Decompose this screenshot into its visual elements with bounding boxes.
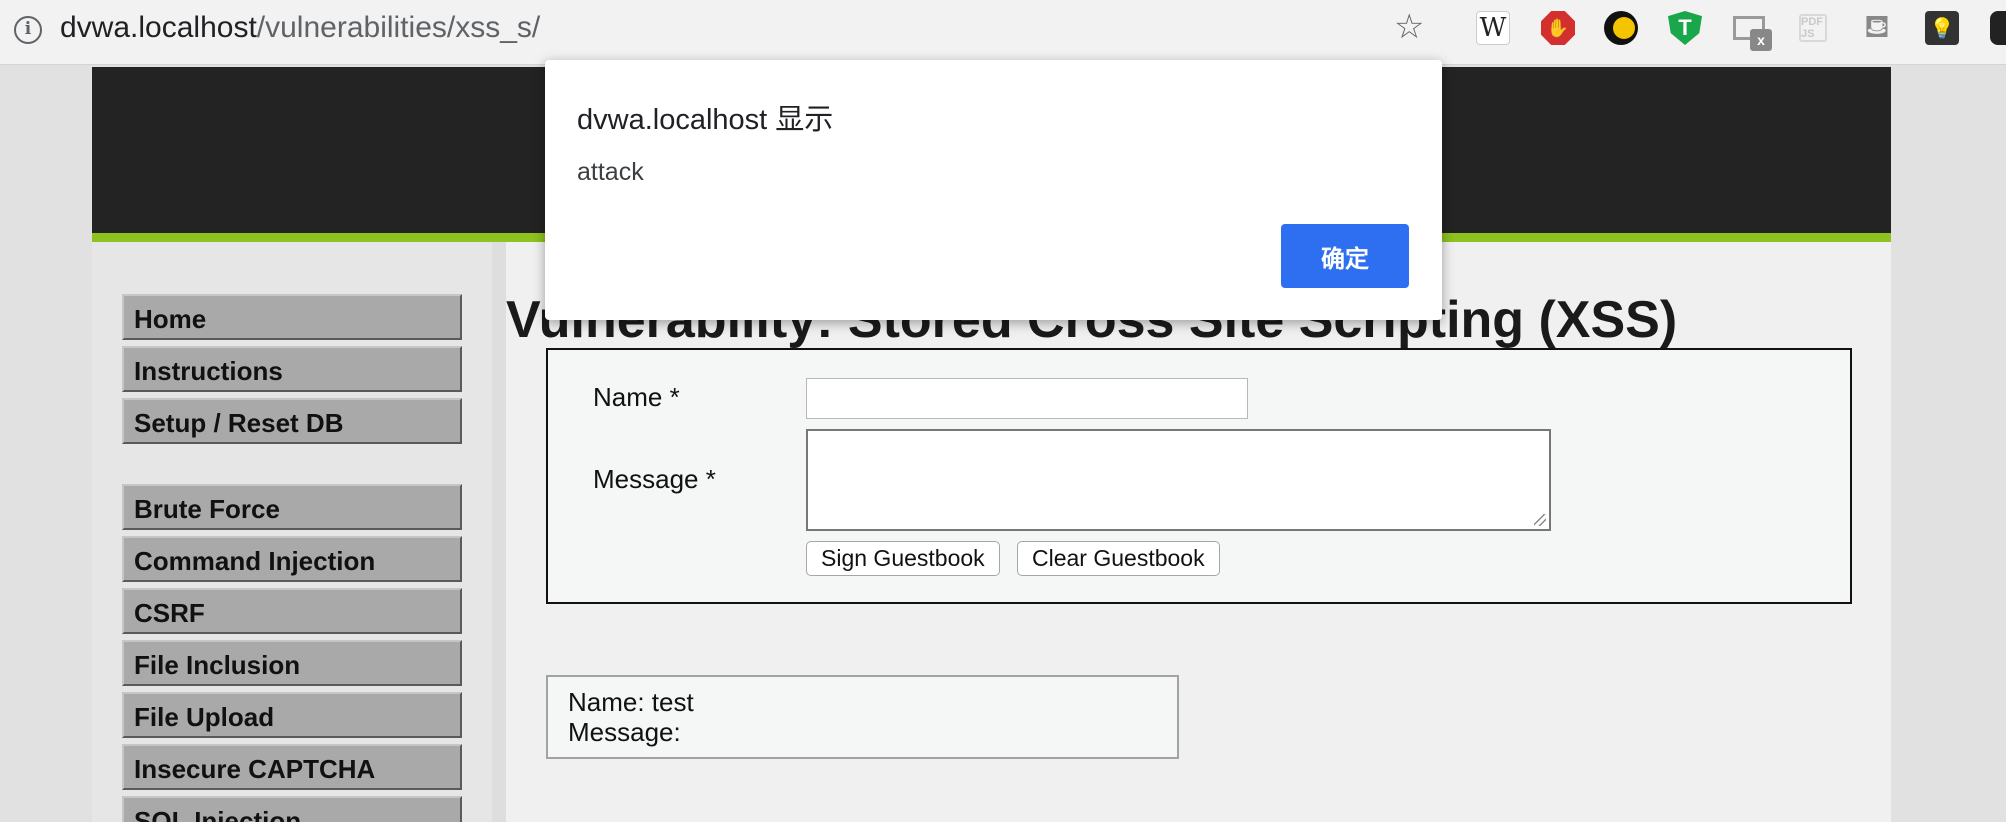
dialog-message: attack	[577, 158, 644, 186]
clear-guestbook-button[interactable]: Clear Guestbook	[1017, 541, 1220, 576]
url-host: dvwa.localhost	[60, 11, 257, 44]
sidebar-item-command-injection[interactable]: Command Injection	[122, 536, 462, 582]
message-label: Message *	[593, 464, 716, 494]
resize-grip-icon[interactable]	[1534, 514, 1546, 526]
t-shield-extension-icon[interactable]: T	[1668, 11, 1702, 45]
sidebar-item-instructions[interactable]: Instructions	[122, 346, 462, 392]
mail-x-badge: x	[1750, 29, 1772, 51]
sidebar-item-brute-force[interactable]: Brute Force	[122, 484, 462, 530]
message-textarea[interactable]	[806, 429, 1551, 531]
sidebar-item-csrf[interactable]: CSRF	[122, 588, 462, 634]
name-input[interactable]	[806, 378, 1248, 419]
name-label: Name *	[593, 382, 680, 412]
pdf-extension-icon[interactable]: PDF JS	[1799, 14, 1827, 42]
main-content: Vulnerability: Stored Cross Site Scripti…	[506, 242, 1891, 787]
extension-overflow-icon[interactable]	[1990, 11, 2006, 45]
adblock-extension-icon[interactable]: ✋	[1541, 11, 1575, 45]
sidebar-menu: Home Instructions Setup / Reset DB Brute…	[92, 242, 492, 822]
site-info-icon[interactable]	[14, 16, 42, 44]
sidebar-item-sql-injection[interactable]: SQL Injection	[122, 796, 462, 822]
wikipedia-extension-icon[interactable]: W	[1476, 11, 1510, 45]
alert-dialog: dvwa.localhost 显示 attack 确定	[545, 60, 1442, 320]
dialog-ok-button[interactable]: 确定	[1281, 224, 1409, 288]
sidebar-item-file-upload[interactable]: File Upload	[122, 692, 462, 738]
sidebar-item-file-inclusion[interactable]: File Inclusion	[122, 640, 462, 686]
paint-bucket-extension-icon[interactable]: ⛾	[1860, 8, 1894, 45]
entry-name: Name: test	[568, 687, 694, 717]
mail-extension-icon[interactable]: x	[1732, 11, 1772, 51]
sidebar-divider	[492, 242, 506, 822]
dialog-title: dvwa.localhost 显示	[577, 104, 834, 136]
dark-mode-extension-icon[interactable]	[1604, 11, 1638, 45]
bookmark-star-icon[interactable]: ☆	[1394, 10, 1424, 44]
sidebar-item-setup-reset-db[interactable]: Setup / Reset DB	[122, 398, 462, 444]
sign-guestbook-button[interactable]: Sign Guestbook	[806, 541, 1000, 576]
url-path: /vulnerabilities/xss_s/	[256, 11, 541, 44]
envelope-icon: x	[1733, 16, 1772, 51]
sidebar-item-insecure-captcha[interactable]: Insecure CAPTCHA	[122, 744, 462, 790]
url-text[interactable]: dvwa.localhost/vulnerabilities/xss_s/	[60, 11, 540, 45]
guestbook-entry: Name: test Message:	[546, 675, 1179, 759]
bulb-extension-icon[interactable]: 💡	[1925, 11, 1959, 45]
browser-address-bar[interactable]: dvwa.localhost/vulnerabilities/xss_s/ ☆ …	[0, 0, 2006, 65]
entry-message: Message:	[568, 717, 681, 747]
guestbook-form: Name * Message * Sign Guestbook Clear Gu…	[546, 348, 1852, 604]
sidebar-item-home[interactable]: Home	[122, 294, 462, 340]
